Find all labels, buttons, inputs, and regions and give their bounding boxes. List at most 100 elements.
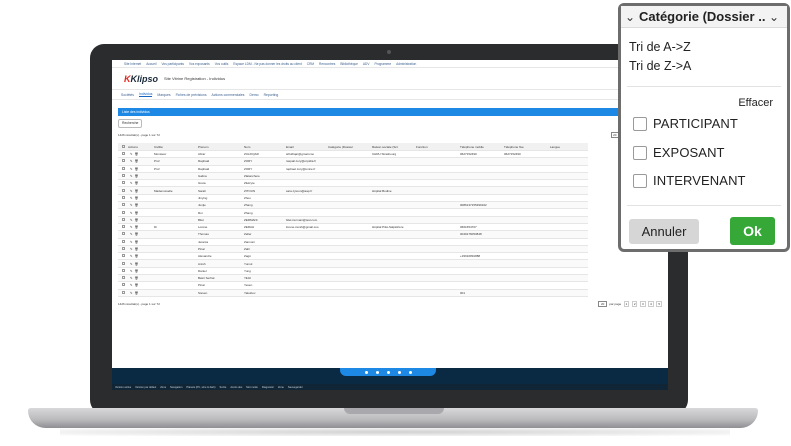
edit-icon[interactable]: ✎: [128, 269, 133, 273]
column-header[interactable]: Catégorie (Dossier: [326, 145, 370, 149]
trash-icon[interactable]: 🗑: [133, 181, 139, 185]
edit-icon[interactable]: ✎: [128, 276, 133, 280]
page-2-bottom[interactable]: 2: [631, 300, 638, 307]
trash-icon[interactable]: 🗑: [133, 240, 139, 244]
status-item[interactable]: Version active: [115, 386, 131, 389]
row-checkbox[interactable]: [118, 159, 126, 163]
row-checkbox[interactable]: [118, 195, 126, 200]
edit-icon[interactable]: ✎: [128, 240, 133, 244]
edit-icon[interactable]: ✎: [128, 247, 133, 251]
top-nav-item[interactable]: CRM: [307, 62, 314, 66]
table-row[interactable]: ✎ 🗑 Anish Yumul: [118, 260, 588, 268]
edit-icon[interactable]: ✎: [128, 203, 133, 207]
trash-icon[interactable]: 🗑: [133, 232, 139, 236]
column-header[interactable]: Prénom: [196, 145, 242, 149]
trash-icon[interactable]: 🗑: [133, 262, 139, 266]
page-1-bottom[interactable]: 1: [623, 300, 630, 307]
row-checkbox[interactable]: [118, 210, 126, 215]
table-row[interactable]: ✎ 🗑 Pinar Yesen: [118, 282, 588, 290]
table-row[interactable]: ✎ 🗑 Bekir Serhat Yildiz: [118, 275, 588, 283]
select-all-checkbox[interactable]: [118, 144, 126, 149]
edit-icon[interactable]: ✎: [128, 283, 133, 287]
tab-item[interactable]: Reporting: [264, 93, 279, 97]
row-checkbox[interactable]: [118, 268, 126, 273]
row-checkbox[interactable]: [118, 261, 126, 266]
edit-icon[interactable]: ✎: [128, 167, 133, 171]
row-checkbox[interactable]: [118, 152, 126, 156]
row-checkbox[interactable]: [118, 174, 126, 178]
table-row[interactable]: ✎ 🗑 Jessica Zannoni: [118, 239, 588, 246]
window-icon[interactable]: [397, 370, 401, 374]
table-row[interactable]: ✎ 🗑 Prof Raphaël ZORY raspail.zory@orpidia.fr: [118, 158, 588, 166]
row-checkbox[interactable]: [118, 203, 126, 207]
status-item[interactable]: Mot mode: [246, 386, 258, 389]
top-nav-item[interactable]: Vos exposants: [189, 62, 210, 66]
table-row[interactable]: ✎ 🗑 Thomas Zeller 0049176053848: [118, 231, 588, 239]
edit-icon[interactable]: ✎: [128, 232, 133, 236]
table-row[interactable]: ✎ 🗑 Galina Zlatanchere: [118, 172, 588, 181]
trash-icon[interactable]: 🗑: [133, 211, 139, 215]
eye-icon[interactable]: [364, 370, 368, 374]
tab-item[interactable]: Marques: [157, 93, 170, 97]
table-row[interactable]: ✎ 🗑 Monsieur Abrar ZULFIQAR afzulfiqar@gmail.…: [118, 151, 588, 159]
row-checkbox[interactable]: [118, 166, 126, 171]
row-checkbox[interactable]: [118, 290, 126, 295]
pen-icon[interactable]: [375, 370, 379, 374]
row-checkbox[interactable]: [118, 247, 126, 251]
status-item[interactable]: Zone: [160, 386, 166, 389]
sort-desc-option[interactable]: Tri de Z->A: [629, 59, 691, 73]
table-row[interactable]: ✎ 🗑 Dr Lorène ZERAH lorene.zerah@gmail.coo Hôp…: [118, 224, 588, 232]
top-nav-item[interactable]: Accueil: [146, 62, 156, 66]
edit-icon[interactable]: ✎: [128, 174, 133, 178]
row-checkbox[interactable]: [118, 232, 126, 236]
trash-icon[interactable]: 🗑: [133, 218, 139, 222]
edit-icon[interactable]: ✎: [128, 159, 133, 163]
trash-icon[interactable]: 🗑: [133, 254, 139, 258]
top-nav-item[interactable]: Vos participants: [161, 62, 184, 66]
row-checkbox[interactable]: [118, 254, 126, 258]
table-row[interactable]: ✎ 🗑 Pinar Zahr: [118, 245, 588, 254]
edit-icon[interactable]: ✎: [128, 291, 133, 295]
trash-icon[interactable]: 🗑: [133, 174, 139, 178]
edit-icon[interactable]: ✎: [128, 152, 133, 156]
status-item[interactable]: Sortie: [220, 386, 227, 389]
top-nav-item[interactable]: Rencontres: [319, 62, 335, 66]
top-nav-item[interactable]: Espace LDM - Ne pas donner les droits au…: [233, 62, 301, 66]
table-row[interactable]: ✎ 🗑 Steven Yakubov 001: [118, 289, 588, 297]
table-row[interactable]: ✎ 🗑 Mademoiselle Sarah ZITOUN sara.zytoun@aap…: [118, 187, 588, 195]
edit-icon[interactable]: ✎: [128, 262, 133, 266]
page-4-bottom[interactable]: 4: [648, 300, 654, 307]
tab-item[interactable]: Fiches de prévisions: [176, 93, 207, 97]
trash-icon[interactable]: 🗑: [133, 283, 139, 287]
status-item[interactable]: Zone: [278, 386, 284, 389]
table-row[interactable]: ✎ 🗑 Junjie Zhang 0086137155399162: [118, 202, 588, 210]
top-nav-item[interactable]: Programme: [374, 62, 391, 66]
trash-icon[interactable]: 🗑: [133, 152, 139, 156]
column-header[interactable]: Téléphone mobile: [458, 145, 502, 149]
page-3-bottom[interactable]: 3: [639, 300, 646, 307]
trash-icon[interactable]: 🗑: [133, 247, 139, 251]
row-checkbox[interactable]: [118, 188, 126, 193]
trash-icon[interactable]: 🗑: [133, 159, 139, 163]
checkbox[interactable]: [633, 173, 647, 188]
row-checkbox[interactable]: [118, 217, 126, 222]
trash-icon[interactable]: 🗑: [133, 203, 139, 207]
top-nav-item[interactable]: Vos outils: [215, 62, 229, 66]
column-header[interactable]: Raison sociale (Sct: [370, 145, 414, 149]
table-row[interactable]: ✎ 🗑 Prof Raphaël ZORY raphael.zory@unice.fr: [118, 166, 588, 173]
row-checkbox[interactable]: [118, 225, 126, 229]
edit-icon[interactable]: ✎: [128, 181, 133, 185]
tab-item[interactable]: Demo: [250, 93, 259, 97]
row-checkbox[interactable]: [118, 181, 126, 185]
per-page-select-bottom[interactable]: 20: [598, 300, 607, 307]
column-header[interactable]: Téléphone fixe: [502, 145, 548, 149]
clear-filter-link[interactable]: Effacer: [738, 97, 773, 109]
column-header[interactable]: Civilité: [152, 145, 196, 149]
tab-item[interactable]: Actions commerciales: [212, 93, 245, 97]
table-row[interactable]: ✎ 🗑 Greta Zlukryte: [118, 180, 588, 188]
cancel-button[interactable]: Annuler: [629, 219, 699, 244]
row-checkbox[interactable]: [118, 283, 126, 287]
checkbox[interactable]: [633, 145, 647, 160]
option-participant[interactable]: PARTICIPANT: [633, 116, 738, 131]
column-header[interactable]: Nom: [242, 145, 284, 149]
